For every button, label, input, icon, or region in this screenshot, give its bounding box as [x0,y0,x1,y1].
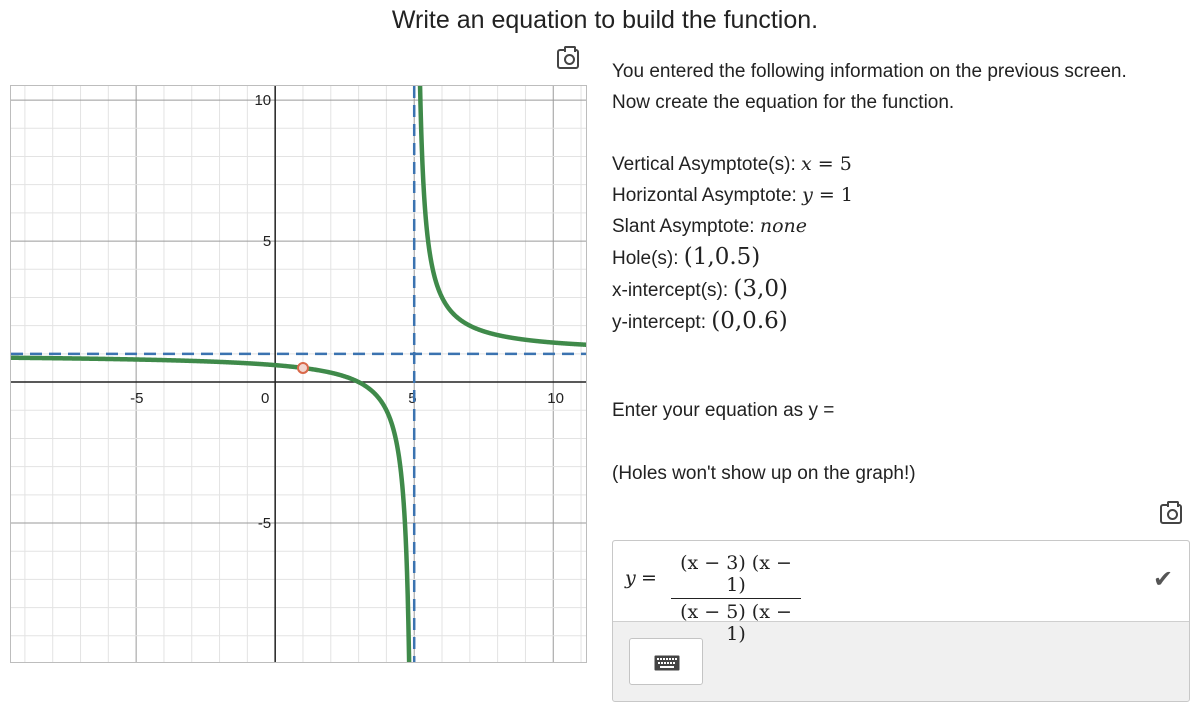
slant-asymptote-row: Slant Asymptote: none [612,211,1192,242]
y-intercept-value: (0,0.6) [711,308,788,334]
camera-icon[interactable] [557,46,579,69]
curve-right-branch [417,86,586,347]
camera-icon[interactable] [1160,501,1182,524]
x-tick-label: 0 [261,390,269,407]
holes-note: (Holes won't show up on the graph!) [612,463,916,484]
info-panel: You entered the following information on… [612,56,1192,338]
y-tick-label: 5 [263,233,271,250]
x-intercept-label: x-intercept(s): [612,280,729,301]
horizontal-asymptote-label: Horizontal Asymptote: [612,185,797,206]
y-intercept-row: y-intercept: (0,0.6) [612,306,1192,338]
keyboard-icon [654,655,680,671]
x-intercept-value: (3,0) [733,276,788,302]
fraction-numerator: (x − 3) (x − 1) [680,552,792,596]
asymptote-lines [11,86,586,662]
vertical-asymptote-row: Vertical Asymptote(s): x = 5 [612,149,1192,180]
hole-value: (1,0.5) [683,244,761,270]
vertical-asymptote-var: x [801,153,812,175]
hole-label: Hole(s): [612,248,679,269]
equation-lhs: y [625,567,636,589]
y-tick-label: -5 [258,515,271,532]
slant-asymptote-value: none [759,215,808,237]
horizontal-asymptote-var: y [802,184,813,206]
hole-point [296,361,309,374]
tick-labels: -5 0 5 10105-5 [130,92,564,532]
keyboard-button[interactable] [629,638,703,685]
horizontal-asymptote-value: = 1 [818,184,853,206]
slant-asymptote-label: Slant Asymptote: [612,216,755,237]
equation-prompt: Enter your equation as y = [612,400,835,421]
grid-lines [11,86,586,662]
check-icon: ✔ [1153,565,1174,593]
horizontal-asymptote-row: Horizontal Asymptote: y = 1 [612,180,1192,211]
x-tick-label: 10 [547,390,564,407]
graph-panel[interactable]: -5 0 5 10 10 5 -5 [10,85,587,663]
equals-sign: = [641,567,657,589]
y-intercept-label: y-intercept: [612,312,706,333]
intro-line-1: You entered the following information on… [612,61,1127,82]
x-tick-label: -5 [130,390,143,407]
equation-fraction: (x − 3) (x − 1) (x − 5) (x − 1) [671,552,801,645]
axes [11,86,586,662]
intro-line-2: Now create the equation for the function… [612,92,955,113]
hole-marker [296,361,309,374]
equation-input[interactable]: y = (x − 3) (x − 1) (x − 5) (x − 1) ✔ [613,541,1189,645]
x-intercept-row: x-intercept(s): (3,0) [612,274,1192,306]
function-graph[interactable]: -5 0 5 10105-5 [11,86,587,663]
page-title: Write an equation to build the function. [391,6,819,34]
hole-row: Hole(s): (1,0.5) [612,242,1192,274]
function-curve [11,86,586,662]
y-tick-label: 10 [254,92,271,109]
vertical-asymptote-label: Vertical Asymptote(s): [612,154,796,175]
answer-box: y = (x − 3) (x − 1) (x − 5) (x − 1) ✔ [612,540,1190,702]
curve-left-branch [11,355,412,662]
vertical-asymptote-value: = 5 [817,153,852,175]
